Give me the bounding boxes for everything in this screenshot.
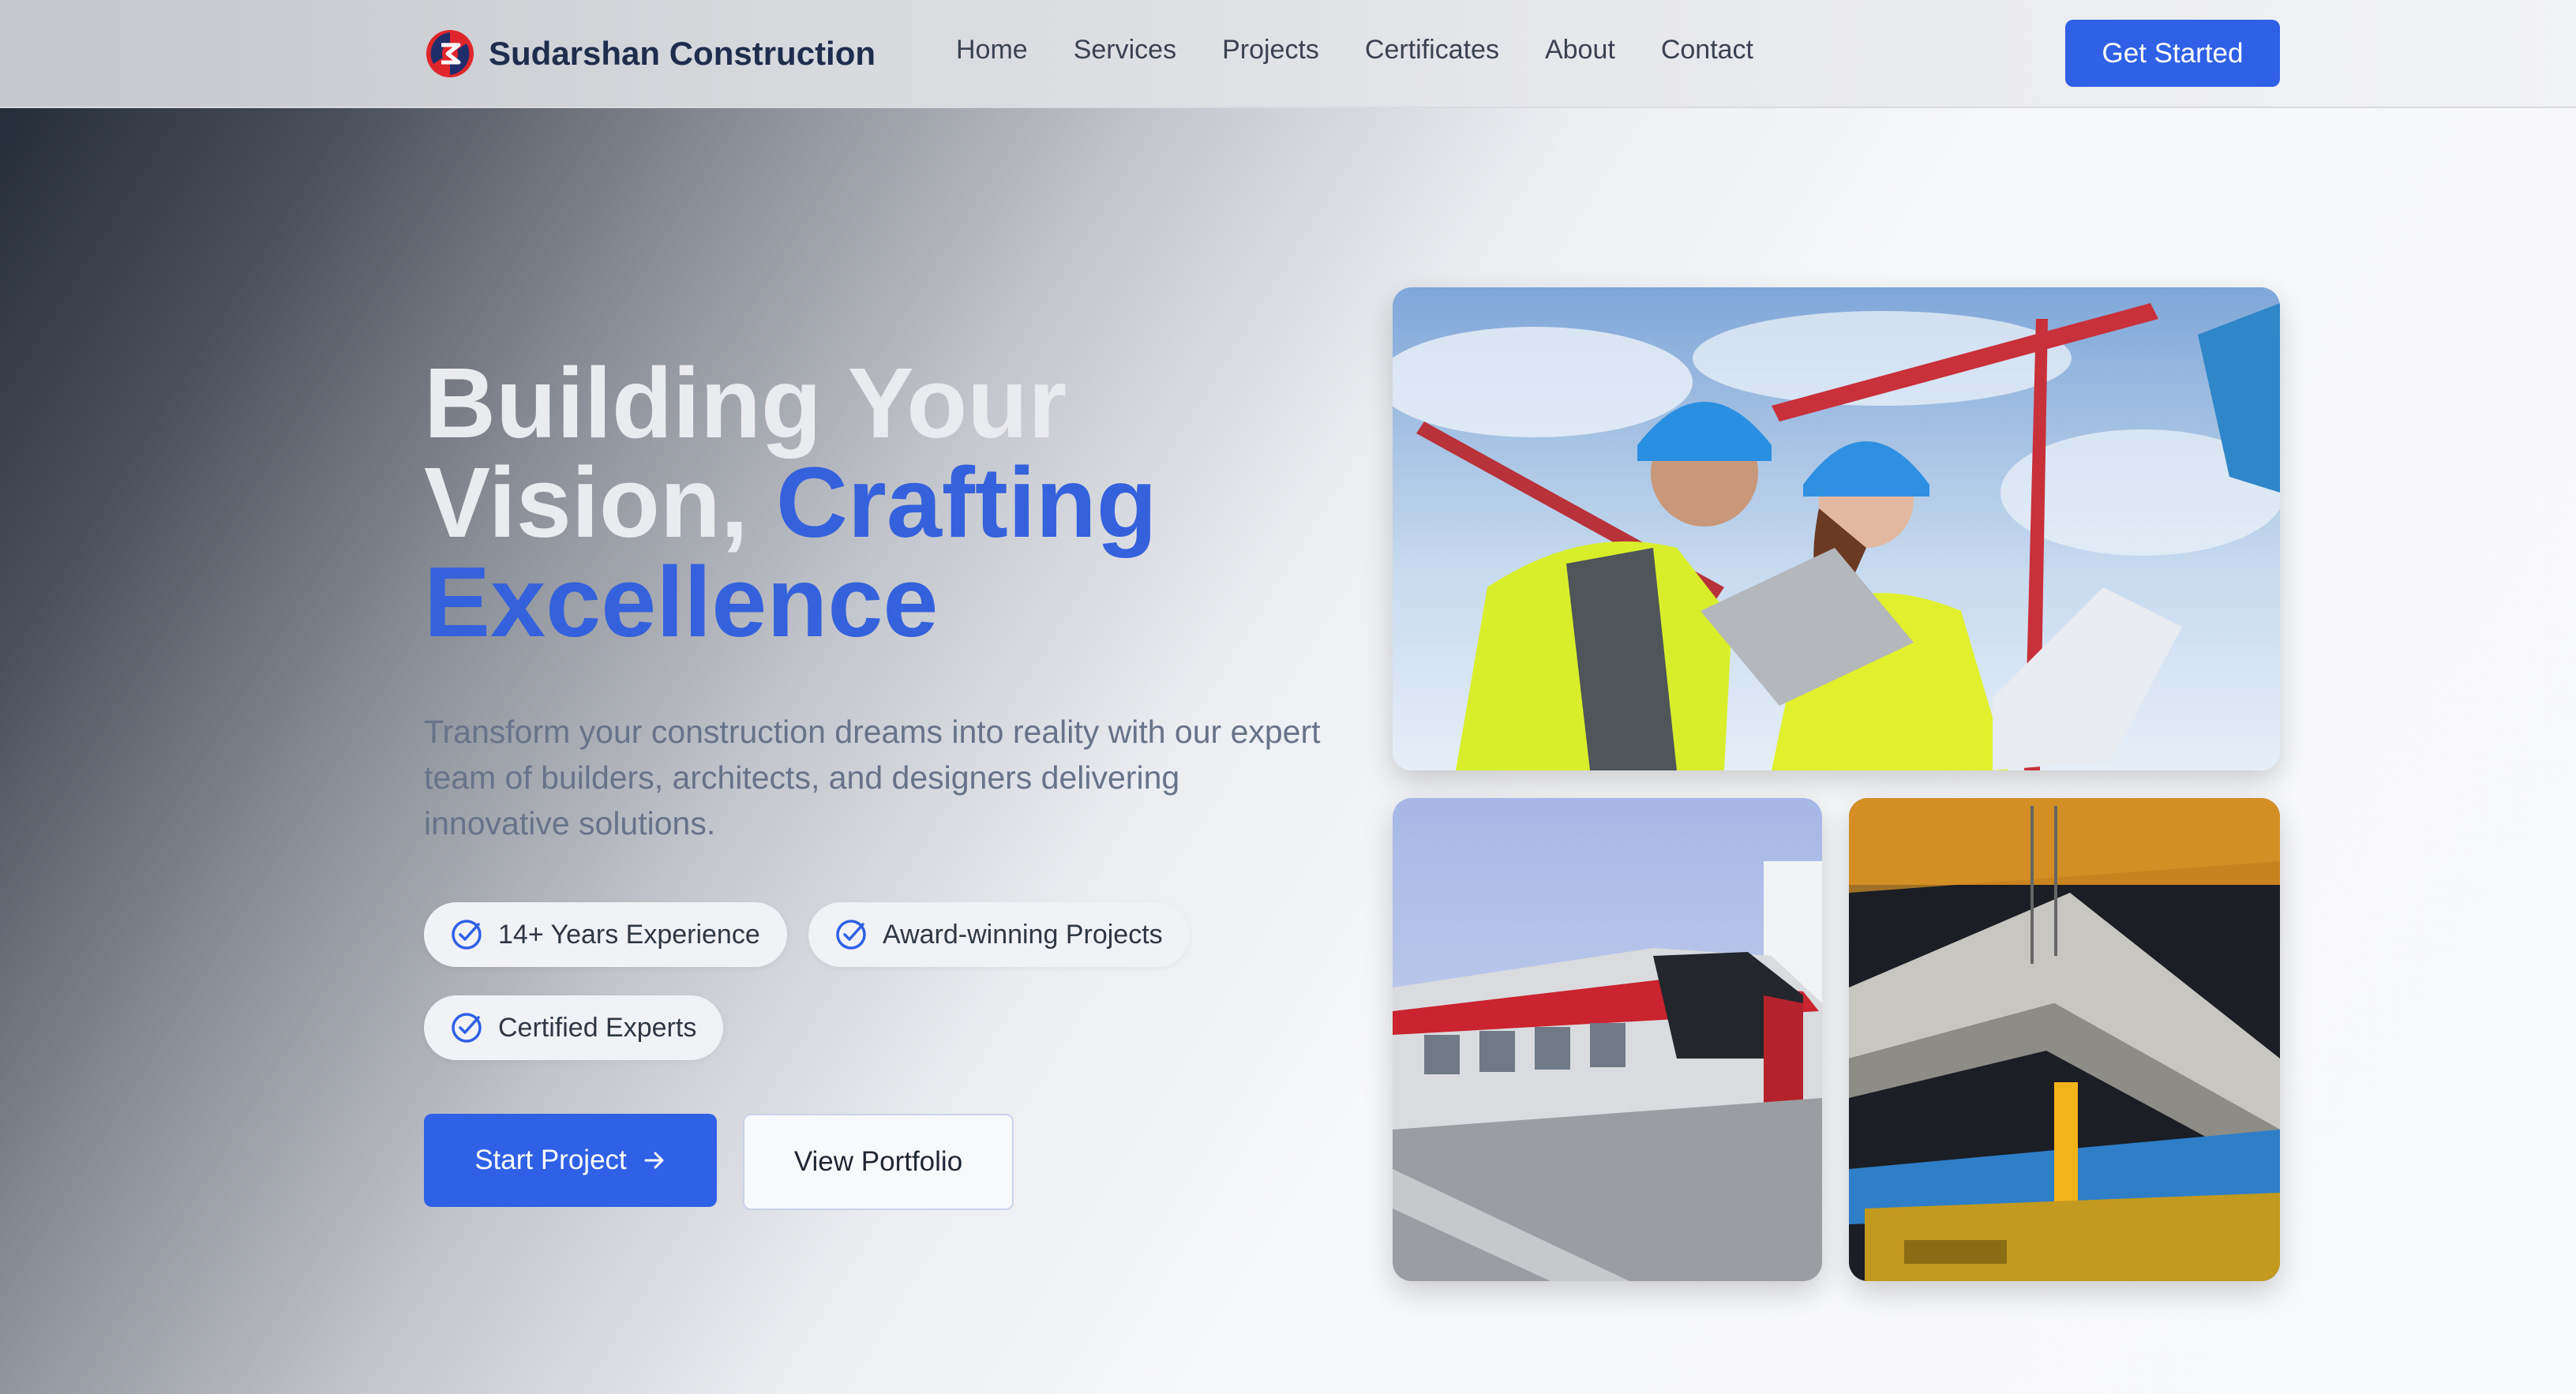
nav-certificates[interactable]: Certificates — [1365, 35, 1499, 66]
main-nav: Home Services Projects Certificates Abou… — [956, 35, 1799, 66]
badge-label: 14+ Years Experience — [498, 919, 760, 950]
arrow-right-icon — [644, 1152, 664, 1169]
metro-train-photo — [1393, 798, 1822, 1281]
brand[interactable]: Sudarshan Construction — [424, 27, 876, 81]
engineers-with-tablet-photo — [1393, 287, 2280, 770]
nav-about[interactable]: About — [1545, 35, 1615, 66]
check-circle-icon — [452, 920, 482, 950]
start-project-button[interactable]: Start Project — [424, 1114, 717, 1207]
headline-accent-excellence: Excellence — [424, 546, 939, 658]
badge-label: Award-winning Projects — [883, 919, 1163, 950]
headline-line-2-plain: Vision, — [424, 447, 776, 558]
hero-headline: Building Your Vision, Crafting Excellenc… — [424, 354, 1371, 652]
badge-awards: Award-winning Projects — [808, 902, 1190, 967]
sudarshan-chakra-logo — [426, 30, 474, 77]
check-circle-icon — [836, 920, 866, 950]
nav-projects[interactable]: Projects — [1222, 35, 1319, 66]
check-circle-icon — [452, 1013, 482, 1043]
bridge-girder-photo — [1849, 798, 2280, 1281]
badge-certified: Certified Experts — [424, 995, 724, 1060]
badge-label: Certified Experts — [498, 1012, 697, 1043]
nav-home[interactable]: Home — [956, 35, 1028, 66]
headline-line-1: Building Your — [424, 347, 1067, 459]
brand-name: Sudarshan Construction — [489, 35, 876, 72]
start-project-label: Start Project — [474, 1145, 627, 1175]
headline-accent-crafting: Crafting — [775, 447, 1157, 558]
view-portfolio-button[interactable]: View Portfolio — [743, 1114, 1014, 1210]
nav-services[interactable]: Services — [1074, 35, 1176, 66]
badge-experience: 14+ Years Experience — [424, 902, 787, 967]
site-header: Sudarshan Construction Home Services Pro… — [0, 0, 2576, 108]
get-started-button[interactable]: Get Started — [2065, 20, 2280, 87]
hero-subtitle: Transform your construction dreams into … — [424, 714, 1321, 841]
nav-contact[interactable]: Contact — [1661, 35, 1753, 66]
